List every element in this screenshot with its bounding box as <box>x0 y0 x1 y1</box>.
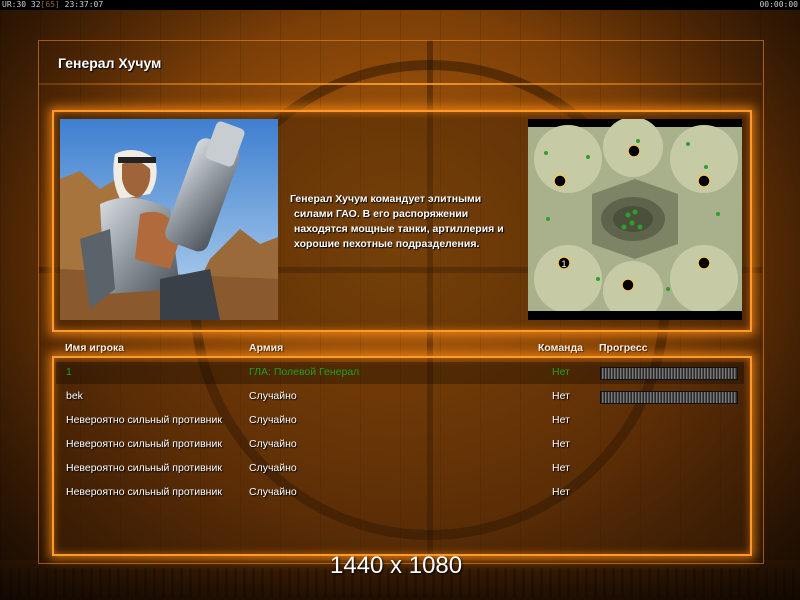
player-team[interactable]: Нет <box>552 366 570 378</box>
general-description: Генерал Хучум командует элитными силами … <box>290 192 522 252</box>
player-name: Невероятно сильный противник <box>66 438 222 450</box>
column-header-player: Имя игрока <box>65 342 125 354</box>
column-header-team: Команда <box>538 342 583 354</box>
status-dim: [65] <box>40 0 60 9</box>
column-header-army: Армия <box>249 342 284 354</box>
player-army[interactable]: Случайно <box>249 486 297 498</box>
player-army[interactable]: Случайно <box>249 462 297 474</box>
player-name: 1 <box>66 366 72 378</box>
title-divider <box>38 83 762 85</box>
player-team[interactable]: Нет <box>552 438 570 450</box>
start-position-label: 1 <box>561 259 566 269</box>
player-army[interactable]: ГЛА: Полевой Генерал <box>249 366 359 378</box>
player-army[interactable]: Случайно <box>249 438 297 450</box>
player-row[interactable]: Невероятно сильный противник Случайно Не… <box>0 434 800 456</box>
load-progress-bar <box>600 391 738 404</box>
page-title: Генерал Хучум <box>58 55 162 71</box>
status-game-timer: 00:00:00 <box>759 0 798 9</box>
player-army[interactable]: Случайно <box>249 390 297 402</box>
description-line: силами ГАО. В его распоряжении <box>294 208 469 220</box>
player-name: bek <box>66 390 83 402</box>
player-army[interactable]: Случайно <box>249 414 297 426</box>
status-bar: UR:30 32[65] 23:37:07 00:00:00 <box>0 0 800 10</box>
description-line: находятся мощные танки, артиллерия и <box>294 223 504 235</box>
player-team[interactable]: Нет <box>552 462 570 474</box>
map-preview[interactable]: 1 <box>528 119 742 320</box>
description-line: Генерал Хучум командует элитными <box>290 193 482 205</box>
resolution-watermark: 1440 x 1080 <box>330 552 463 579</box>
player-name: Невероятно сильный противник <box>66 414 222 426</box>
player-name: Невероятно сильный противник <box>66 486 222 498</box>
player-row[interactable]: Невероятно сильный противник Случайно Не… <box>0 410 800 432</box>
load-progress-bar <box>600 367 738 380</box>
general-portrait <box>60 119 278 320</box>
player-name: Невероятно сильный противник <box>66 462 222 474</box>
description-line: хорошие пехотные подразделения. <box>294 238 480 250</box>
player-team[interactable]: Нет <box>552 390 570 402</box>
player-row[interactable]: bek Случайно Нет <box>0 386 800 408</box>
player-row[interactable]: 1 ГЛА: Полевой Генерал Нет <box>0 362 800 384</box>
player-row[interactable]: Невероятно сильный противник Случайно Не… <box>0 458 800 480</box>
status-fps: UR:30 32 <box>2 0 41 9</box>
status-bar-left: UR:30 32[65] 23:37:07 <box>2 0 103 10</box>
player-team[interactable]: Нет <box>552 486 570 498</box>
column-header-progress: Прогресс <box>599 342 648 354</box>
player-row[interactable]: Невероятно сильный противник Случайно Не… <box>0 482 800 504</box>
player-team[interactable]: Нет <box>552 414 570 426</box>
status-clock: 23:37:07 <box>64 0 104 9</box>
